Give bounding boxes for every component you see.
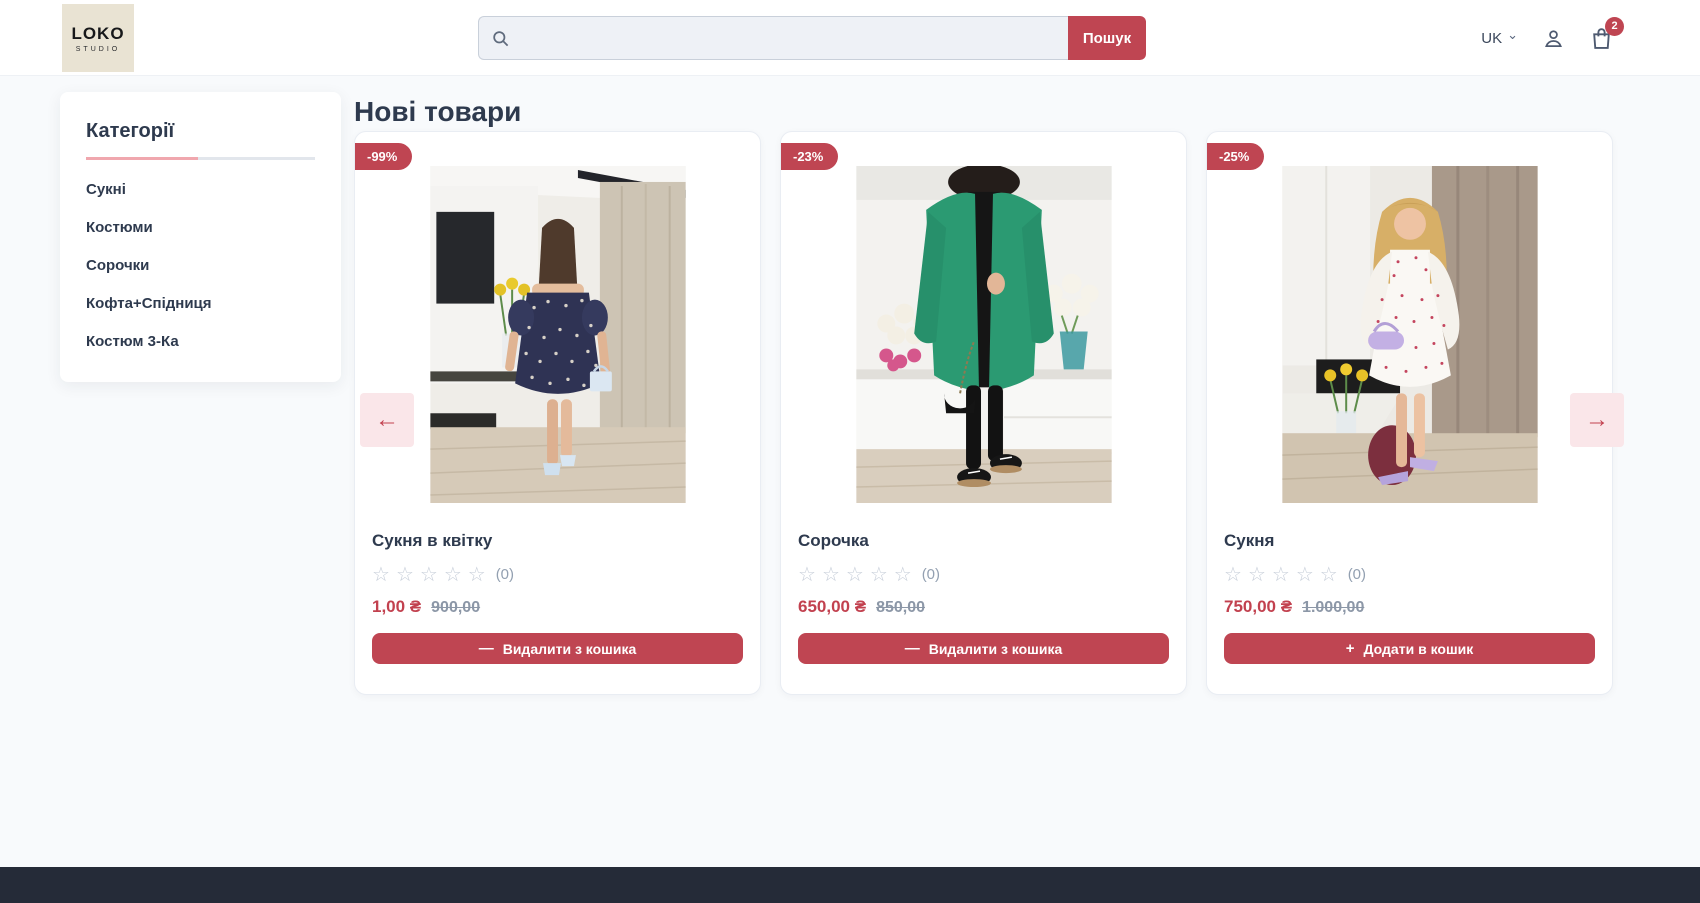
sidebar-item-kofta-spidnytsya[interactable]: Кофта+Спідниця bbox=[86, 295, 315, 312]
page-title: Нові товари bbox=[354, 96, 521, 128]
star-icon: ☆ bbox=[468, 562, 486, 587]
rating-count: (0) bbox=[1348, 566, 1366, 583]
star-icon: ☆ bbox=[1248, 562, 1266, 587]
brand-logo-subtext: STUDIO bbox=[76, 46, 120, 53]
rating-count: (0) bbox=[922, 566, 940, 583]
add-to-cart-button[interactable]: + Додати в кошик bbox=[1224, 633, 1595, 664]
product-card: -25% bbox=[1206, 131, 1613, 695]
sidebar-title-underline bbox=[86, 157, 315, 160]
brand-logo-text: LOKO bbox=[71, 24, 124, 44]
account-button[interactable] bbox=[1542, 27, 1565, 50]
chevron-down-icon: ⌄ bbox=[1507, 31, 1518, 39]
language-label: UK bbox=[1481, 30, 1502, 47]
product-rating: ☆ ☆ ☆ ☆ ☆ (0) bbox=[798, 562, 1169, 587]
cart-action-label: Видалити з кошика bbox=[503, 641, 637, 657]
search-icon bbox=[491, 29, 510, 48]
star-icon: ☆ bbox=[1224, 562, 1242, 587]
sidebar-item-kostyumy[interactable]: Костюми bbox=[86, 219, 315, 236]
user-icon bbox=[1542, 27, 1565, 50]
cart-action-label: Видалити з кошика bbox=[929, 641, 1063, 657]
star-icon: ☆ bbox=[420, 562, 438, 587]
product-info: Сорочка ☆ ☆ ☆ ☆ ☆ (0) 650,00 ₴ 850,00 — … bbox=[781, 503, 1186, 664]
star-icon: ☆ bbox=[444, 562, 462, 587]
sidebar-item-sorochky[interactable]: Сорочки bbox=[86, 257, 315, 274]
current-price: 1,00 ₴ bbox=[372, 597, 421, 617]
product-prices: 1,00 ₴ 900,00 bbox=[372, 597, 743, 617]
minus-icon: — bbox=[905, 640, 920, 657]
plus-icon: + bbox=[1346, 640, 1355, 657]
current-price: 650,00 ₴ bbox=[798, 597, 866, 617]
categories-sidebar: Категорії Сукні Костюми Сорочки Кофта+Сп… bbox=[60, 92, 341, 382]
category-list: Сукні Костюми Сорочки Кофта+Спідниця Кос… bbox=[86, 181, 315, 350]
product-name[interactable]: Сукня bbox=[1224, 531, 1595, 551]
discount-badge: -99% bbox=[355, 143, 412, 170]
search-input[interactable] bbox=[518, 30, 1068, 47]
arrow-right-icon: → bbox=[1585, 406, 1609, 434]
star-icon: ☆ bbox=[396, 562, 414, 587]
minus-icon: — bbox=[479, 640, 494, 657]
product-card: -99% bbox=[354, 131, 761, 695]
product-name[interactable]: Сорочка bbox=[798, 531, 1169, 551]
cart-action-label: Додати в кошик bbox=[1364, 641, 1474, 657]
brand-logo[interactable]: LOKO STUDIO bbox=[62, 4, 134, 72]
old-price: 1.000,00 bbox=[1302, 599, 1364, 617]
discount-badge: -23% bbox=[781, 143, 838, 170]
arrow-left-icon: ← bbox=[375, 406, 399, 434]
language-selector[interactable]: UK ⌄ bbox=[1481, 30, 1518, 47]
product-photo[interactable] bbox=[430, 166, 686, 503]
product-card: -23% bbox=[780, 131, 1187, 695]
product-prices: 650,00 ₴ 850,00 bbox=[798, 597, 1169, 617]
product-photo[interactable] bbox=[856, 166, 1112, 503]
search-bar: Пошук bbox=[478, 16, 1146, 60]
product-rating: ☆ ☆ ☆ ☆ ☆ (0) bbox=[1224, 562, 1595, 587]
star-icon: ☆ bbox=[870, 562, 888, 587]
star-icon: ☆ bbox=[372, 562, 390, 587]
product-prices: 750,00 ₴ 1.000,00 bbox=[1224, 597, 1595, 617]
old-price: 850,00 bbox=[876, 599, 925, 617]
remove-from-cart-button[interactable]: — Видалити з кошика bbox=[372, 633, 743, 664]
cart-count-badge: 2 bbox=[1605, 17, 1624, 36]
old-price: 900,00 bbox=[431, 599, 480, 617]
header: LOKO STUDIO Пошук UK ⌄ bbox=[0, 0, 1700, 76]
star-icon: ☆ bbox=[822, 562, 840, 587]
product-name[interactable]: Сукня в квітку bbox=[372, 531, 743, 551]
search-field[interactable] bbox=[478, 16, 1068, 60]
star-icon: ☆ bbox=[1296, 562, 1314, 587]
product-photo[interactable] bbox=[1282, 166, 1538, 503]
remove-from-cart-button[interactable]: — Видалити з кошика bbox=[798, 633, 1169, 664]
header-controls: UK ⌄ 2 bbox=[1481, 0, 1614, 76]
star-icon: ☆ bbox=[846, 562, 864, 587]
star-icon: ☆ bbox=[894, 562, 912, 587]
discount-badge: -25% bbox=[1207, 143, 1264, 170]
cart-button[interactable]: 2 bbox=[1589, 26, 1614, 51]
star-icon: ☆ bbox=[1272, 562, 1290, 587]
product-info: Сукня в квітку ☆ ☆ ☆ ☆ ☆ (0) 1,00 ₴ 900,… bbox=[355, 503, 760, 664]
search-button[interactable]: Пошук bbox=[1068, 16, 1146, 60]
sidebar-item-sukni[interactable]: Сукні bbox=[86, 181, 315, 198]
sidebar-item-kostyum-3ka[interactable]: Костюм 3-Ка bbox=[86, 333, 315, 350]
product-carousel: -99% bbox=[354, 131, 1613, 695]
product-info: Сукня ☆ ☆ ☆ ☆ ☆ (0) 750,00 ₴ 1.000,00 + … bbox=[1207, 503, 1612, 664]
star-icon: ☆ bbox=[798, 562, 816, 587]
carousel-next-button[interactable]: → bbox=[1570, 393, 1624, 447]
rating-count: (0) bbox=[496, 566, 514, 583]
carousel-prev-button[interactable]: ← bbox=[360, 393, 414, 447]
sidebar-title: Категорії bbox=[86, 120, 315, 143]
product-rating: ☆ ☆ ☆ ☆ ☆ (0) bbox=[372, 562, 743, 587]
star-icon: ☆ bbox=[1320, 562, 1338, 587]
current-price: 750,00 ₴ bbox=[1224, 597, 1292, 617]
footer bbox=[0, 867, 1700, 903]
